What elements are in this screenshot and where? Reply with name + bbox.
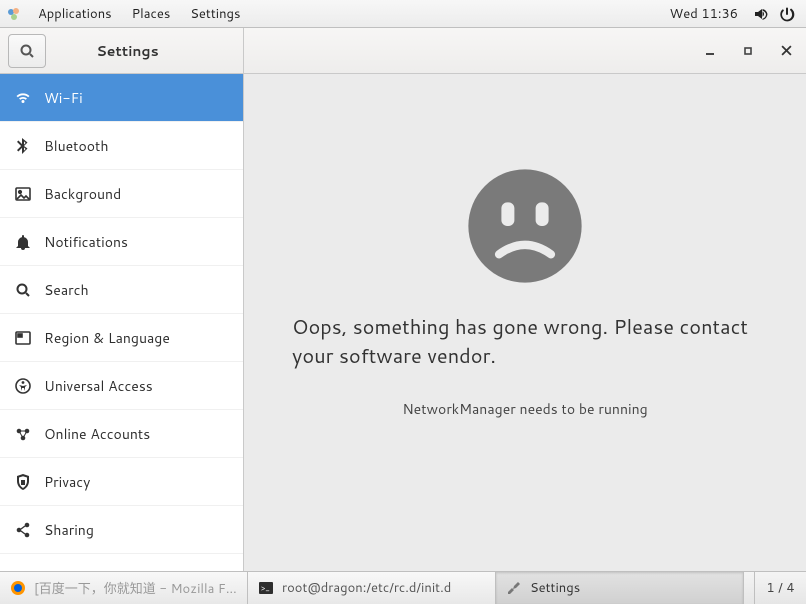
sidebar-item-label: Region & Language (44, 328, 170, 348)
taskbar-item-label: [百度一下，你就知道 - Mozilla Fir... (34, 578, 237, 598)
svg-text:>_: >_ (261, 582, 270, 594)
taskbar-item[interactable]: Settings (496, 572, 744, 604)
region-icon (14, 331, 32, 345)
sidebar-item-region-language[interactable]: Region & Language (0, 314, 243, 362)
menu-settings[interactable]: Settings (180, 5, 250, 23)
wifi-icon (14, 90, 32, 106)
error-message: Oops, something has gone wrong. Please c… (292, 313, 758, 371)
taskbar-item-label: Settings (530, 579, 580, 597)
taskbar-item[interactable]: >_ root@dragon:/etc/rc.d/init.d (248, 572, 496, 604)
sidebar-item-privacy[interactable]: Privacy (0, 458, 243, 506)
settings-window: Settings Wi-Fi Bluetooth Background Notific… (0, 28, 806, 571)
volume-icon[interactable] (748, 6, 774, 22)
sidebar-item-label: Wi-Fi (44, 88, 83, 108)
menu-applications[interactable]: Applications (28, 5, 122, 23)
sidebar-item-label: Privacy (44, 472, 90, 492)
sidebar-item-label: Background (44, 184, 121, 204)
sidebar-item-background[interactable]: Background (0, 170, 243, 218)
sidebar-item-label: Universal Access (44, 376, 153, 396)
close-button[interactable] (776, 41, 796, 61)
titlebar-left: Settings (0, 28, 244, 73)
titlebar: Settings (0, 28, 806, 74)
search-button[interactable] (8, 34, 46, 68)
settings-tool-icon (506, 580, 522, 596)
window-title: Settings (52, 41, 243, 61)
accessibility-icon (14, 378, 32, 394)
sidebar-item-search[interactable]: Search (0, 266, 243, 314)
window-body: Wi-Fi Bluetooth Background Notifications Sea… (0, 74, 806, 571)
sidebar-item-wi-fi[interactable]: Wi-Fi (0, 74, 243, 122)
online-accounts-icon (14, 427, 32, 441)
top-menubar: Applications Places Settings Wed 11:36 (0, 0, 806, 28)
titlebar-right (244, 28, 806, 73)
firefox-icon (10, 580, 26, 596)
sidebar-item-label: Sharing (44, 520, 94, 540)
privacy-icon (14, 474, 32, 490)
distro-icon (6, 6, 22, 22)
sidebar-item-label: Search (44, 280, 89, 300)
content-pane: Oops, something has gone wrong. Please c… (244, 74, 806, 571)
bell-icon (14, 234, 32, 250)
search-icon (14, 282, 32, 298)
sidebar-item-label: Notifications (44, 232, 128, 252)
sidebar-item-label: Online Accounts (44, 424, 150, 444)
sharing-icon (14, 522, 32, 538)
sidebar-item-online-accounts[interactable]: Online Accounts (0, 410, 243, 458)
workspace-indicator[interactable]: 1 / 4 (754, 572, 806, 604)
minimize-button[interactable] (700, 41, 720, 61)
terminal-icon: >_ (258, 580, 274, 596)
taskbar-item[interactable]: [百度一下，你就知道 - Mozilla Fir... (0, 572, 248, 604)
sidebar-item-notifications[interactable]: Notifications (0, 218, 243, 266)
bottom-taskbar: [百度一下，你就知道 - Mozilla Fir... >_ root@dragon… (0, 571, 806, 604)
power-icon[interactable] (774, 6, 800, 22)
sidebar-item-universal-access[interactable]: Universal Access (0, 362, 243, 410)
taskbar-item-label: root@dragon:/etc/rc.d/init.d (282, 579, 451, 597)
bluetooth-icon (14, 138, 32, 154)
error-detail: NetworkManager needs to be running (292, 399, 758, 419)
sidebar-item-bluetooth[interactable]: Bluetooth (0, 122, 243, 170)
settings-sidebar: Wi-Fi Bluetooth Background Notifications Sea… (0, 74, 244, 571)
maximize-button[interactable] (738, 41, 758, 61)
sad-face-icon (466, 167, 584, 285)
clock[interactable]: Wed 11:36 (660, 5, 748, 23)
menu-places[interactable]: Places (122, 5, 181, 23)
background-icon (14, 187, 32, 201)
sidebar-item-label: Bluetooth (44, 136, 108, 156)
sidebar-item-sharing[interactable]: Sharing (0, 506, 243, 554)
